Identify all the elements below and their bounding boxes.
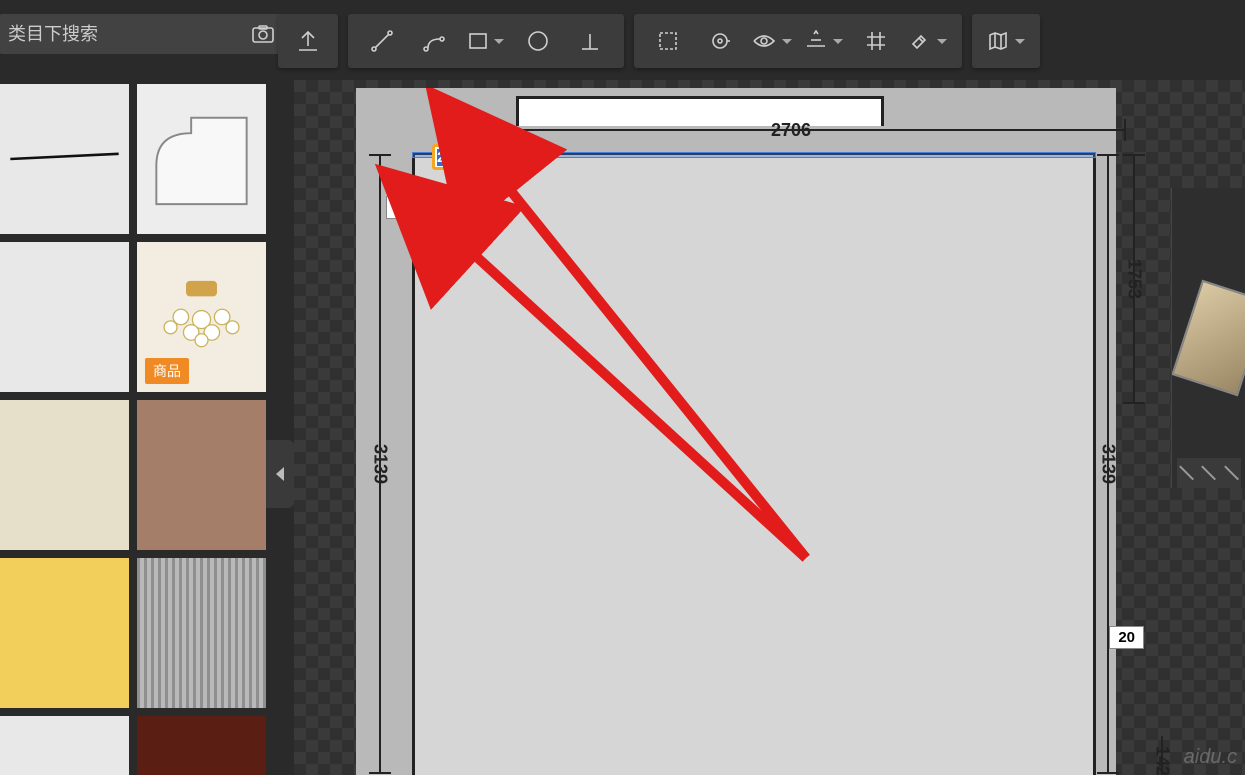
toolbar-group-draw [348, 14, 624, 68]
offset-input-box[interactable] [432, 144, 474, 170]
library-grid: 商品 [0, 80, 266, 775]
dimension-top: 2706 [456, 118, 1126, 142]
search-input[interactable] [0, 14, 248, 54]
chevron-down-icon [833, 39, 843, 44]
selected-wall-top[interactable] [412, 152, 1096, 158]
visibility-tool[interactable] [746, 14, 798, 68]
search-wrap [0, 0, 262, 54]
toolbar-group-select [634, 14, 962, 68]
dimension-bottom-right-value: 1426 [1152, 742, 1173, 775]
lib-item-yellow-panel[interactable] [0, 558, 129, 708]
lib-item-black-line[interactable] [0, 84, 129, 234]
product-badge: 商品 [145, 358, 189, 384]
chevron-down-icon [782, 39, 792, 44]
search-box [0, 14, 284, 54]
lib-item-blank-left[interactable] [0, 242, 129, 392]
collapse-library-handle[interactable] [266, 440, 294, 508]
chevron-down-icon [494, 39, 504, 44]
rect-tool[interactable] [460, 14, 512, 68]
line-tool[interactable] [356, 14, 408, 68]
paint-tool[interactable] [902, 14, 954, 68]
lib-item-brown-panel[interactable] [137, 400, 266, 550]
minimap-handle[interactable] [1177, 458, 1241, 488]
dimension-right-full: 3139 [1096, 154, 1120, 774]
chevron-down-icon [1015, 39, 1025, 44]
dimension-left: 3139 [368, 154, 392, 774]
perpendicular-tool[interactable] [564, 14, 616, 68]
toolbar [278, 14, 1040, 68]
minimap-room [1171, 280, 1245, 397]
dimension-left-value: 3139 [370, 440, 391, 488]
dimension-right-upper: 1753 [1122, 154, 1146, 404]
align-tool[interactable] [798, 14, 850, 68]
chevron-left-icon [276, 467, 284, 481]
lib-item-dark-wood[interactable] [137, 716, 266, 775]
arc-tool[interactable] [408, 14, 460, 68]
watermark: aidu.c [1184, 746, 1237, 769]
lib-item-blank-bottom[interactable] [0, 716, 129, 775]
room-area[interactable] [412, 152, 1096, 775]
dimension-right-upper-value: 1753 [1124, 255, 1145, 303]
floorplan: 2706 3139 1753 3139 20 20 [356, 88, 1116, 775]
minimap[interactable] [1171, 188, 1245, 488]
upload-button[interactable] [278, 14, 338, 68]
offset-label-left: 20 [386, 196, 421, 219]
marquee-tool[interactable] [642, 14, 694, 68]
dimension-bottom-right: 1426 [1150, 736, 1174, 775]
target-tool[interactable] [694, 14, 746, 68]
library-panel: 商品 [0, 80, 266, 775]
grid-tool[interactable] [850, 14, 902, 68]
chevron-down-icon [937, 39, 947, 44]
image-search-icon[interactable] [248, 19, 278, 49]
dimension-top-value: 2706 [767, 120, 815, 141]
offset-input[interactable] [435, 147, 471, 167]
circle-tool[interactable] [512, 14, 564, 68]
offset-label-right: 20 [1109, 626, 1144, 649]
lib-item-ceiling-light[interactable]: 商品 [137, 242, 266, 392]
lib-item-grey-stripe[interactable] [137, 558, 266, 708]
toolbar-group-upload [278, 14, 338, 68]
toolbar-group-view [972, 14, 1040, 68]
map-tool[interactable] [980, 14, 1032, 68]
lib-item-cornice-molding[interactable] [137, 84, 266, 234]
dimension-right-full-value: 3139 [1098, 440, 1119, 488]
canvas[interactable]: 2706 3139 1753 3139 20 20 [294, 80, 1245, 775]
lib-item-beige-panel[interactable] [0, 400, 129, 550]
